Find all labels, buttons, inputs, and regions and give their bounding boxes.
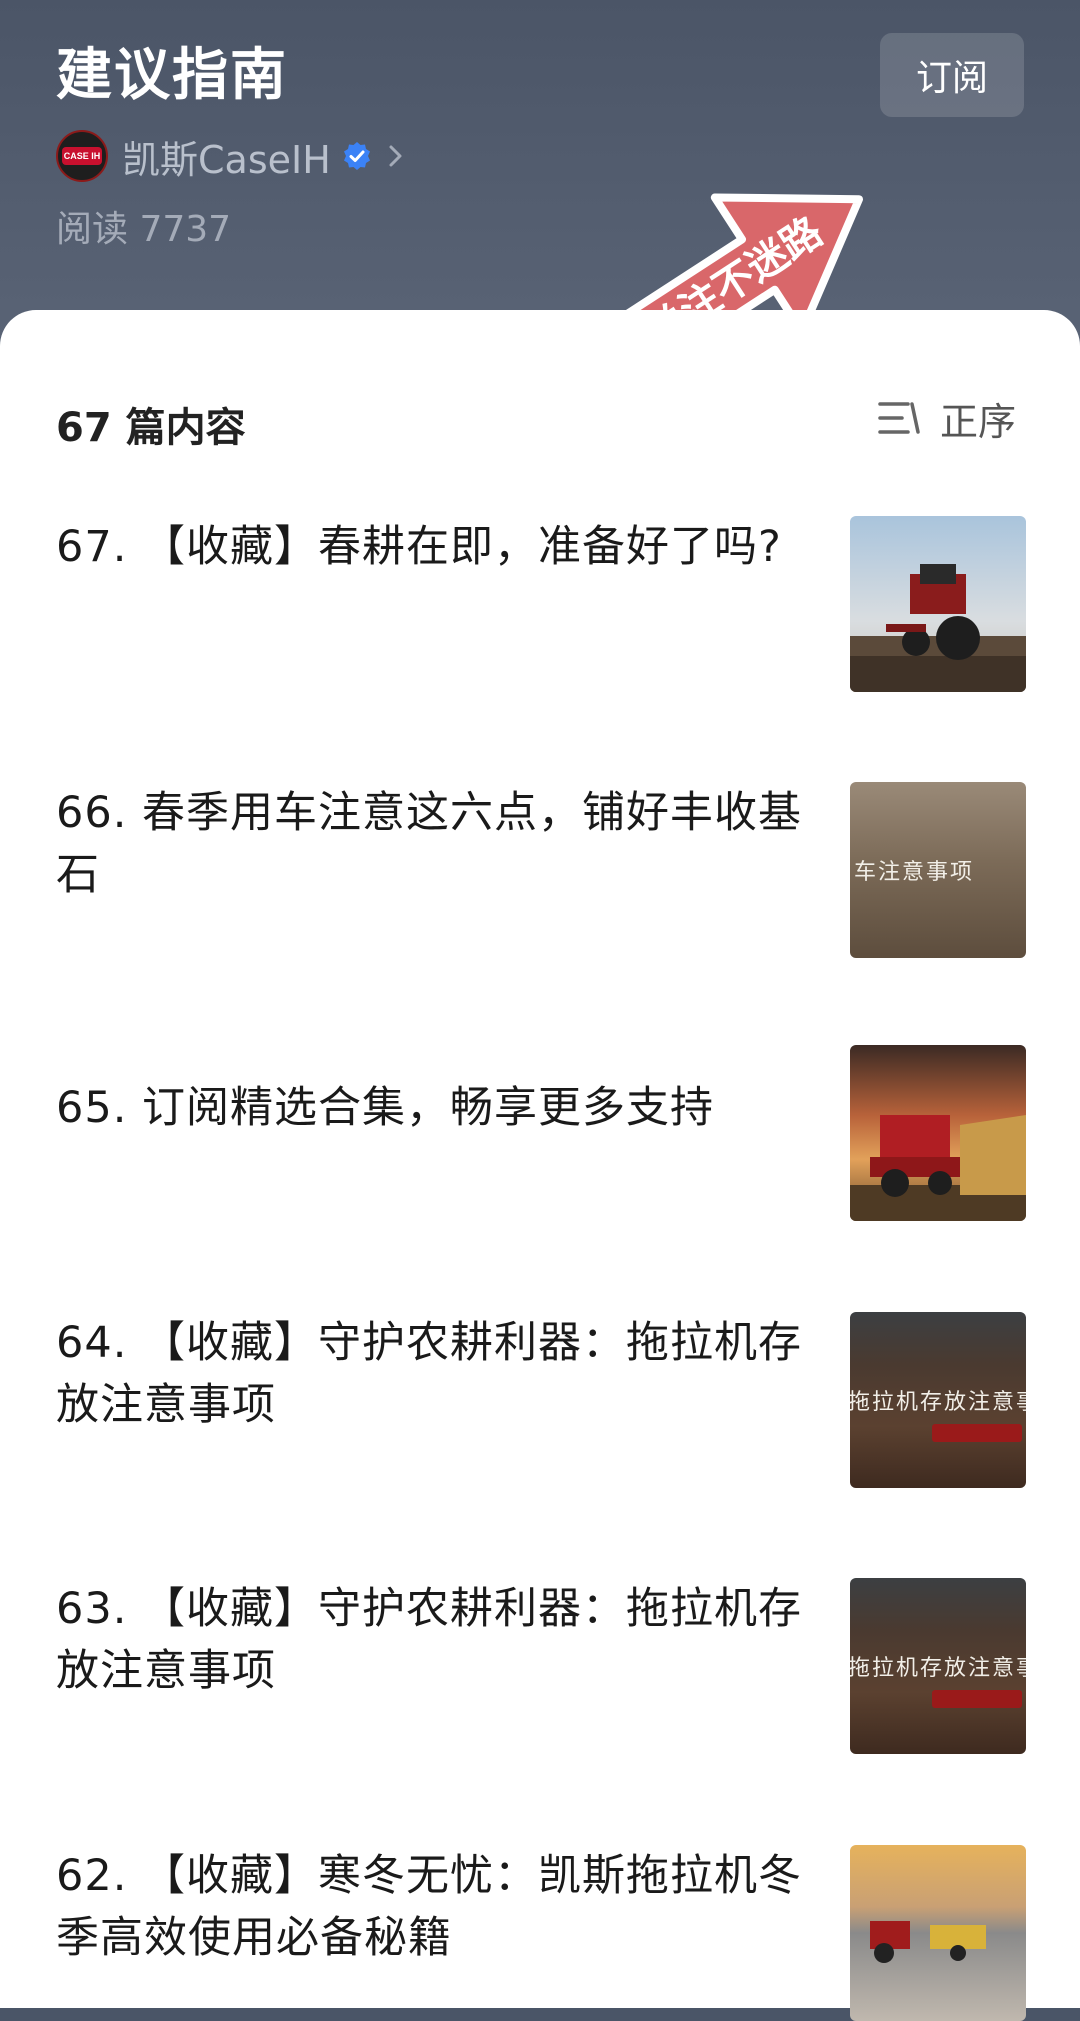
author-link[interactable]: CASE IH 凯斯CaseIH xyxy=(56,128,407,184)
album-header: 建议指南 订阅 CASE IH 凯斯CaseIH 阅读 7737 xyxy=(0,0,1080,360)
list-item[interactable]: 63. 【收藏】守护农耕利器：拖拉机存放注意事项 拖拉机存放注意事项 xyxy=(56,1578,1026,1754)
article-thumbnail[interactable]: 拖拉机存放注意事项 xyxy=(850,1312,1026,1488)
list-item[interactable]: 62. 【收藏】寒冬无忧：凯斯拖拉机冬季高效使用必备秘籍 xyxy=(56,1845,1026,2021)
article-title[interactable]: 67. 【收藏】春耕在即，准备好了吗? xyxy=(56,516,816,578)
article-title[interactable]: 66. 春季用车注意这六点，铺好丰收基石 xyxy=(56,782,816,906)
article-title[interactable]: 63. 【收藏】守护农耕利器：拖拉机存放注意事项 xyxy=(56,1578,816,1702)
article-title[interactable]: 62. 【收藏】寒冬无忧：凯斯拖拉机冬季高效使用必备秘籍 xyxy=(56,1845,816,1969)
article-thumbnail[interactable] xyxy=(850,1845,1026,2021)
sort-ascending-icon xyxy=(878,402,920,434)
article-title[interactable]: 64. 【收藏】守护农耕利器：拖拉机存放注意事项 xyxy=(56,1312,816,1436)
author-name[interactable]: 凯斯CaseIH xyxy=(122,129,331,184)
read-count: 阅读 7737 xyxy=(56,209,232,250)
article-thumbnail[interactable] xyxy=(850,516,1026,692)
article-title[interactable]: 65. 订阅精选合集，畅享更多支持 xyxy=(56,1077,816,1139)
verified-badge-icon xyxy=(343,142,370,170)
chevron-right-icon xyxy=(389,145,402,167)
thumbnail-caption: 拖拉机存放注意事项 xyxy=(850,1656,1026,1681)
list-item[interactable]: 66. 春季用车注意这六点，铺好丰收基石 车注意事项 xyxy=(56,782,1026,958)
case-ih-logo: CASE IH xyxy=(62,147,102,165)
list-item[interactable]: 67. 【收藏】春耕在即，准备好了吗? xyxy=(56,516,1026,692)
article-thumbnail[interactable]: 拖拉机存放注意事项 xyxy=(850,1578,1026,1754)
list-item[interactable]: 65. 订阅精选合集，畅享更多支持 xyxy=(56,1045,1026,1221)
subscribe-button[interactable]: 订阅 xyxy=(880,33,1024,117)
tractor-row xyxy=(932,1424,1022,1442)
list-item[interactable]: 64. 【收藏】守护农耕利器：拖拉机存放注意事项 拖拉机存放注意事项 xyxy=(56,1312,1026,1488)
sort-label: 正序 xyxy=(940,399,1017,444)
thumbnail-caption: 拖拉机存放注意事项 xyxy=(850,1390,1026,1415)
article-thumbnail[interactable]: 车注意事项 xyxy=(850,782,1026,958)
avatar[interactable]: CASE IH xyxy=(56,130,108,182)
content-count: 67 篇内容 xyxy=(56,405,246,451)
album-title: 建议指南 xyxy=(56,43,288,108)
tractor-row xyxy=(932,1690,1022,1708)
article-thumbnail[interactable] xyxy=(850,1045,1026,1221)
thumbnail-caption: 车注意事项 xyxy=(854,860,975,885)
sort-toggle-button[interactable]: 正序 xyxy=(878,390,1016,446)
content-panel: 67 篇内容 正序 67. 【收藏】春耕在即，准备好了吗? 66. 春季用车注意… xyxy=(0,310,1080,2021)
